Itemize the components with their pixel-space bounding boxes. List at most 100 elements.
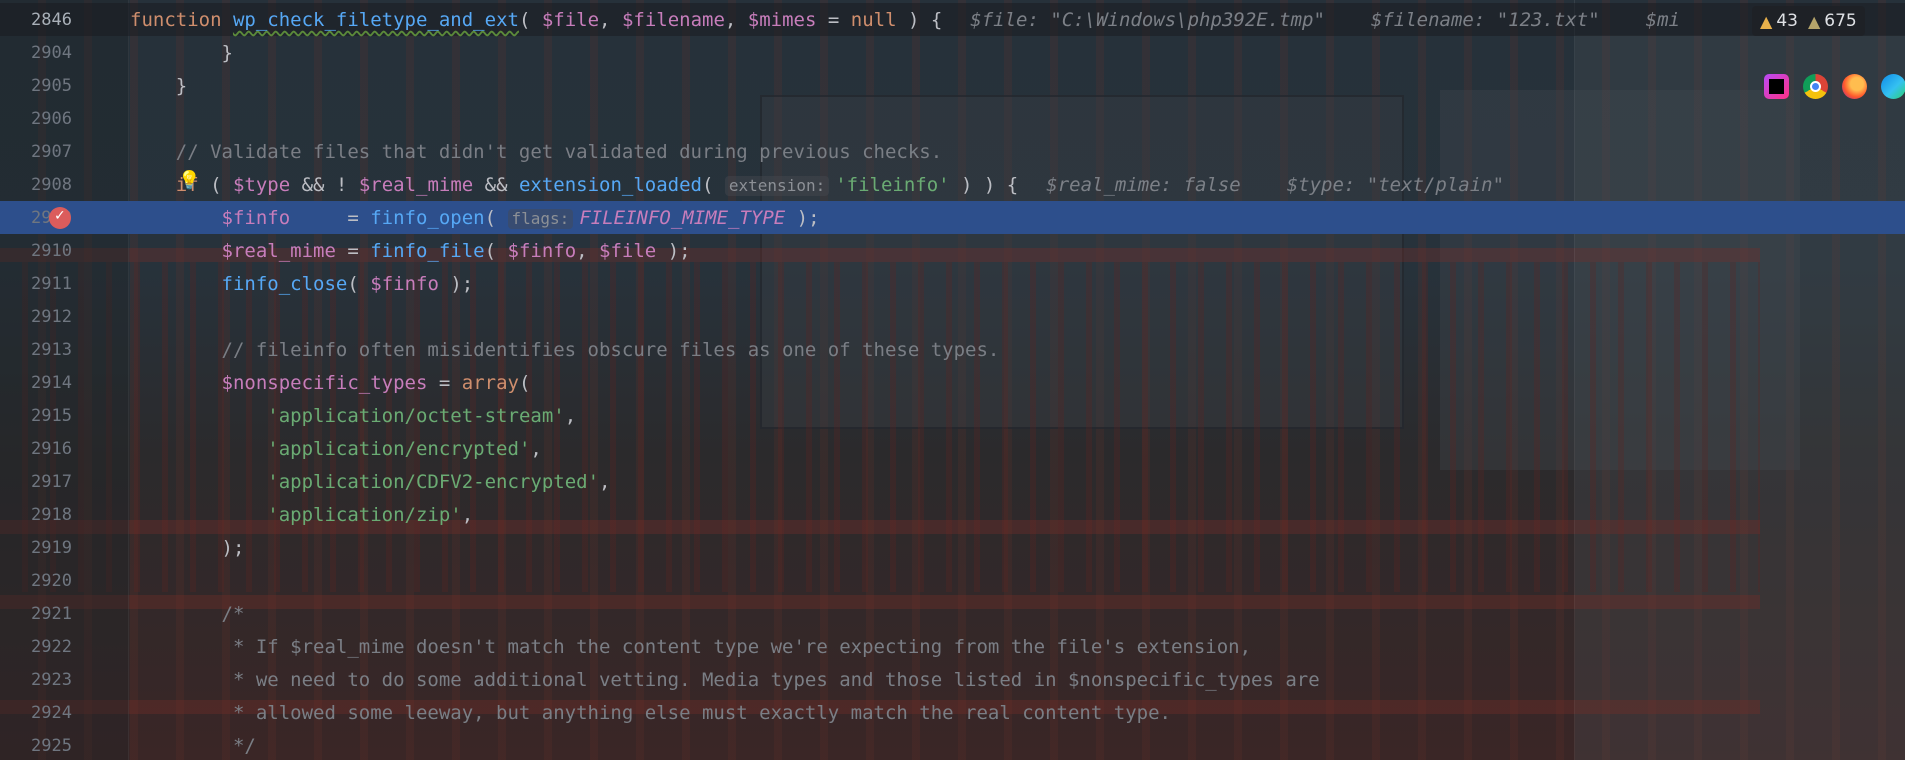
- code-token: ,: [530, 438, 542, 460]
- code-line[interactable]: 2908 if ( $type && ! $real_mime && exten…: [0, 168, 1905, 201]
- inline-debug-value: $filename: "123.txt": [1370, 9, 1600, 31]
- code-token: );: [438, 273, 474, 295]
- firefox-icon[interactable]: [1842, 74, 1867, 99]
- code-text[interactable]: );: [130, 537, 245, 559]
- code-line[interactable]: 2921 /*: [0, 597, 1905, 630]
- code-token: (: [484, 207, 508, 229]
- code-token: =: [335, 240, 371, 262]
- code-text[interactable]: function wp_check_filetype_and_ext( $fil…: [130, 9, 1680, 31]
- code-text[interactable]: if ( $type && ! $real_mime && extension_…: [130, 174, 1504, 196]
- weak-warnings-counter[interactable]: ▲ 675: [1808, 11, 1857, 31]
- code-token: $file: [541, 9, 600, 31]
- code-token: ,: [461, 504, 474, 526]
- phpstorm-icon[interactable]: [1764, 74, 1789, 99]
- line-number: 2918: [31, 505, 72, 525]
- code-text[interactable]: * If $real_mime doesn't match the conten…: [130, 636, 1251, 658]
- code-token: $mimes: [747, 9, 817, 31]
- code-token: (: [518, 9, 542, 31]
- code-token: ,: [576, 240, 600, 262]
- code-line[interactable]: 2917 'application/CDFV2-encrypted',: [0, 465, 1905, 498]
- code-text[interactable]: // fileinfo often misidentifies obscure …: [130, 339, 1000, 361]
- line-number: 2924: [31, 703, 72, 723]
- code-line[interactable]: 2910 $real_mime = finfo_file( $finfo, $f…: [0, 234, 1905, 267]
- code-text[interactable]: $finfo = finfo_open( flags: FILEINFO_MIME…: [130, 207, 820, 229]
- code-text[interactable]: }: [130, 42, 233, 64]
- code-text[interactable]: 'application/octet-stream',: [130, 405, 576, 427]
- code-text[interactable]: // Validate files that didn't get valida…: [130, 141, 942, 163]
- code-line[interactable]: 2905 }: [0, 69, 1905, 102]
- code-line[interactable]: 2906: [0, 102, 1905, 135]
- code-token: * we need to do some additional vetting.…: [130, 669, 1320, 691]
- code-token: );: [130, 537, 245, 559]
- line-number: 2905: [31, 76, 72, 96]
- code-token: }: [130, 75, 188, 97]
- code-token: * allowed some leeway, but anything else…: [130, 702, 1171, 724]
- code-line[interactable]: 2904 }: [0, 36, 1905, 69]
- code-text[interactable]: $nonspecific_types = array(: [130, 372, 531, 394]
- code-token: $real_mime: [358, 174, 474, 196]
- inspection-widget[interactable]: ▲ 43 ▲ 675: [1752, 6, 1865, 36]
- weak-warnings-count: 675: [1824, 11, 1857, 31]
- code-line[interactable]: 2924 * allowed some leeway, but anything…: [0, 696, 1905, 729]
- code-token: ,: [724, 9, 748, 31]
- code-line[interactable]: 2909 $finfo = finfo_open( flags:FILEINFO…: [0, 201, 1905, 234]
- code-text[interactable]: 'application/CDFV2-encrypted',: [130, 471, 610, 493]
- code-line[interactable]: 2916 'application/encrypted',: [0, 432, 1905, 465]
- code-line[interactable]: 2920: [0, 564, 1905, 597]
- inline-debug-value: $real_mime: false: [1046, 174, 1241, 196]
- code-text[interactable]: $real_mime = finfo_file( $finfo, $file )…: [130, 240, 691, 262]
- line-number: 2915: [31, 406, 72, 426]
- code-line[interactable]: 2911 finfo_close( $finfo );: [0, 267, 1905, 300]
- code-text[interactable]: */: [130, 735, 256, 757]
- line-number: 2904: [31, 43, 72, 63]
- code-token: FILEINFO_MIME_TYPE: [579, 207, 786, 229]
- code-token: =: [290, 207, 371, 229]
- parameter-hint: flags:: [507, 209, 574, 229]
- code-token: $file: [599, 240, 657, 262]
- code-text[interactable]: /*: [130, 603, 245, 625]
- code-text[interactable]: * we need to do some additional vetting.…: [130, 669, 1320, 691]
- breakpoint-icon[interactable]: [49, 207, 71, 229]
- code-line[interactable]: 2914 $nonspecific_types = array(: [0, 366, 1905, 399]
- code-editor[interactable]: 2846 function wp_check_filetype_and_ext( …: [0, 0, 1905, 760]
- code-token: $filename: [621, 9, 725, 31]
- code-token: $finfo: [370, 273, 439, 295]
- warning-icon: ▲: [1760, 11, 1773, 31]
- parameter-hint: extension:: [724, 176, 830, 196]
- warnings-counter[interactable]: ▲ 43: [1760, 11, 1798, 31]
- line-number: 2846: [31, 10, 72, 30]
- code-token: // fileinfo often misidentifies obscure …: [130, 339, 1000, 361]
- code-line[interactable]: 2923 * we need to do some additional vet…: [0, 663, 1905, 696]
- code-text[interactable]: finfo_close( $finfo );: [130, 273, 474, 295]
- lightbulb-icon[interactable]: 💡: [178, 170, 200, 191]
- code-line[interactable]: 2919 );: [0, 531, 1905, 564]
- code-token: * If $real_mime doesn't match the conten…: [130, 636, 1252, 658]
- code-text[interactable]: }: [130, 75, 187, 97]
- code-token: &&: [473, 174, 519, 196]
- code-line[interactable]: 2915 'application/octet-stream',: [0, 399, 1905, 432]
- code-line[interactable]: 2918 'application/zip',: [0, 498, 1905, 531]
- code-line[interactable]: 2913 // fileinfo often misidentifies obs…: [0, 333, 1905, 366]
- code-text[interactable]: 'application/zip',: [130, 504, 473, 526]
- code-token: (: [198, 174, 233, 196]
- code-text[interactable]: * allowed some leeway, but anything else…: [130, 702, 1171, 724]
- code-line[interactable]: 2846 function wp_check_filetype_and_ext( …: [0, 3, 1905, 36]
- code-text[interactable]: 'application/encrypted',: [130, 438, 542, 460]
- code-line[interactable]: 2925 */: [0, 729, 1905, 760]
- code-token: array: [461, 372, 519, 394]
- code-line[interactable]: 2907 // Validate files that didn't get v…: [0, 135, 1905, 168]
- chrome-icon[interactable]: [1803, 74, 1828, 99]
- edge-icon[interactable]: [1881, 74, 1905, 99]
- code-token: finfo_open: [370, 207, 485, 229]
- line-number: 2913: [31, 340, 72, 360]
- code-token: ,: [599, 9, 622, 31]
- code-line[interactable]: 2912: [0, 300, 1905, 333]
- code-token: 'application/zip': [267, 504, 462, 526]
- code-line[interactable]: 2922 * If $real_mime doesn't match the c…: [0, 630, 1905, 663]
- code-token: 'fileinfo': [835, 174, 950, 196]
- code-token: // Validate files that didn't get valida…: [130, 141, 943, 163]
